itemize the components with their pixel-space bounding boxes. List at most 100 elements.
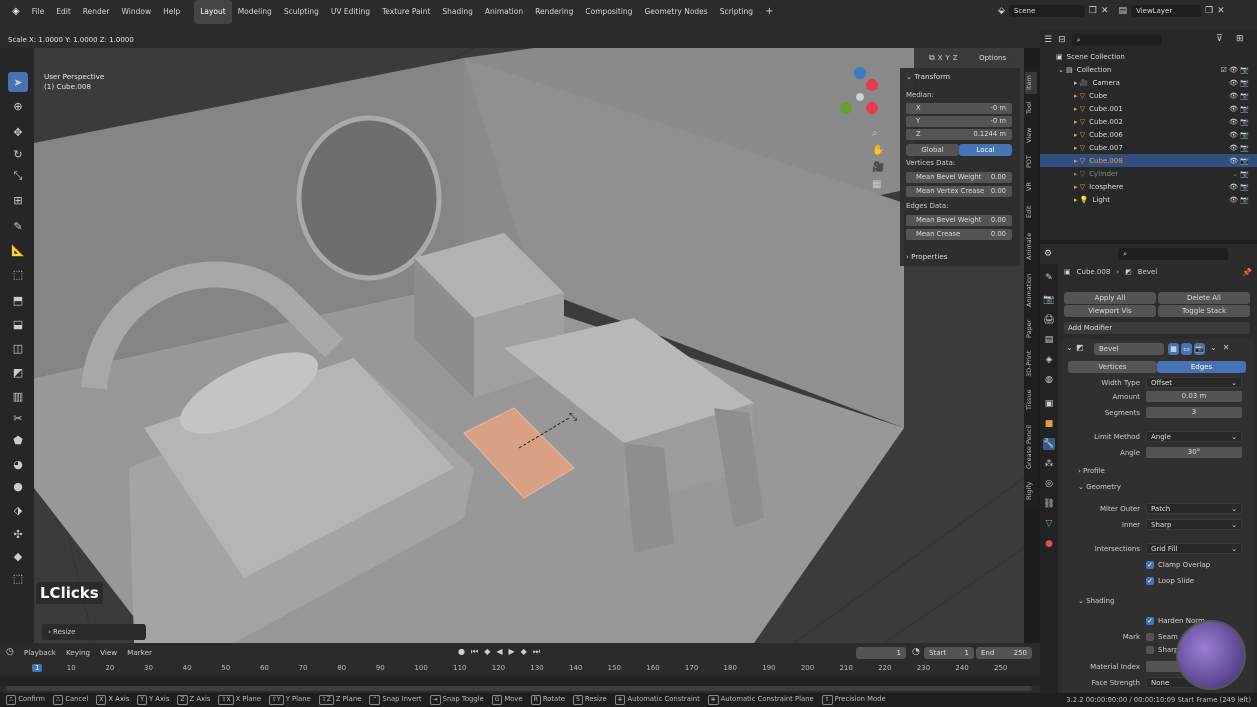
remove-layer-icon[interactable]: ✕ bbox=[1217, 6, 1225, 16]
outliner-item-cylinder[interactable]: ▸ ▽ Cylinder ⌄ 📷 bbox=[1040, 167, 1257, 180]
properties-panel-header[interactable]: › Properties bbox=[906, 252, 948, 261]
timeline-scrollbar[interactable] bbox=[6, 686, 1032, 691]
preview-range-icon[interactable]: ◔ bbox=[912, 647, 920, 657]
light-visibility-icons[interactable]: 👁 📷 bbox=[1229, 196, 1249, 204]
tab-shading[interactable]: Shading bbox=[436, 0, 478, 24]
zoom-icon[interactable]: ⌕ bbox=[872, 128, 884, 139]
sharp-checkbox[interactable] bbox=[1146, 646, 1154, 654]
tab-animation[interactable]: Animation bbox=[479, 0, 529, 24]
cube007-visibility-icons[interactable]: 👁 📷 bbox=[1229, 144, 1249, 152]
delete-all-button[interactable]: Delete All bbox=[1158, 292, 1250, 304]
rip-icon[interactable]: ⬚ bbox=[8, 568, 28, 588]
transform-icon[interactable]: ⊞ bbox=[8, 190, 28, 210]
select-box-icon[interactable]: ➤ bbox=[8, 72, 28, 92]
next-key-icon[interactable]: ◆ bbox=[521, 647, 527, 657]
jump-end-icon[interactable]: ⏭ bbox=[533, 647, 540, 657]
tab-animate[interactable]: Animate bbox=[1025, 228, 1037, 264]
frame-ruler[interactable]: 1 10 20 30 40 50 60 70 80 90 100 110 120 130 140 150 160… bbox=[0, 662, 1040, 676]
ortho-grid-icon[interactable]: ▦ bbox=[872, 179, 884, 190]
angle-field[interactable]: 30° bbox=[1146, 447, 1242, 458]
particles-tab-icon[interactable]: ⁂ bbox=[1043, 458, 1055, 470]
local-toggle[interactable]: Local bbox=[959, 144, 1012, 156]
edges-mode-button[interactable]: Edges bbox=[1157, 361, 1246, 373]
modifier-dropdown-icon[interactable]: ⌄ bbox=[1210, 343, 1217, 355]
record-icon[interactable]: ● bbox=[458, 647, 465, 657]
mean-vertex-crease-field[interactable]: Mean Vertex Crease 0.00 bbox=[906, 186, 1012, 197]
editor-type-icon[interactable]: ☰ bbox=[1044, 35, 1052, 45]
clamp-overlap-checkbox[interactable]: ✓ bbox=[1146, 561, 1154, 569]
poly-build-icon[interactable]: ⬟ bbox=[8, 430, 28, 450]
scene-tab-icon[interactable]: ◈ bbox=[1043, 354, 1055, 366]
toggle-stack-button[interactable]: Toggle Stack bbox=[1158, 305, 1250, 317]
timeline-editor-icon[interactable]: ◷ bbox=[6, 647, 14, 657]
collection-row[interactable]: ⌄ ▤ Collection ☑ 👁 📷 bbox=[1040, 63, 1257, 76]
marker-menu[interactable]: Marker bbox=[127, 648, 152, 657]
tab-edit[interactable]: Edit bbox=[1025, 202, 1037, 222]
annotate-icon[interactable]: ✎ bbox=[8, 216, 28, 236]
camera-visibility-icons[interactable]: 👁 📷 bbox=[1229, 79, 1249, 87]
viewport-vis-button[interactable]: Viewport Vis bbox=[1064, 305, 1156, 317]
tab-geometry-nodes[interactable]: Geometry Nodes bbox=[638, 0, 713, 24]
mean-crease-field[interactable]: Mean Crease 0.00 bbox=[906, 229, 1012, 240]
edit-mode-toggle-icon[interactable]: ▦ bbox=[1168, 343, 1179, 355]
timeline-tracks[interactable] bbox=[0, 676, 1040, 686]
y-axis-toggle[interactable]: Y bbox=[946, 54, 950, 62]
width-type-select[interactable]: Offset ⌄ bbox=[1146, 377, 1242, 388]
outliner-item-cube[interactable]: ▸ ▽ Cube 👁 📷 bbox=[1040, 89, 1257, 102]
menu-help[interactable]: Help bbox=[157, 0, 186, 24]
modifier-name-field[interactable]: Bevel bbox=[1094, 343, 1164, 355]
play-reverse-icon[interactable]: ◀ bbox=[496, 647, 502, 657]
jump-start-icon[interactable]: ⏮ bbox=[471, 647, 478, 657]
start-frame-field[interactable]: Start 1 bbox=[924, 647, 974, 659]
rotate-icon[interactable]: ↻ bbox=[8, 144, 28, 164]
add-modifier-button[interactable]: Add Modifier bbox=[1064, 322, 1250, 334]
outliner-item-cube-007[interactable]: ▸ ▽ Cube.007 👁 📷 bbox=[1040, 141, 1257, 154]
pan-hand-icon[interactable]: ✋ bbox=[872, 145, 884, 156]
physics-tab-icon[interactable]: ◎ bbox=[1043, 478, 1055, 490]
render-toggle-icon[interactable]: 📷 bbox=[1194, 343, 1205, 355]
tab-3d-print[interactable]: 3D-Print bbox=[1025, 346, 1037, 382]
play-icon[interactable]: ▶ bbox=[509, 647, 515, 657]
z-axis-toggle[interactable]: Z bbox=[953, 54, 958, 62]
edge-slide-icon[interactable]: ⬗ bbox=[8, 500, 28, 520]
transform-panel-header[interactable]: ⌄ Transform bbox=[906, 72, 950, 81]
inset-icon[interactable]: ◫ bbox=[8, 338, 28, 358]
knife-icon[interactable]: ✂ bbox=[8, 408, 28, 428]
end-frame-field[interactable]: End 250 bbox=[976, 647, 1032, 659]
tab-tool[interactable]: Tool bbox=[1025, 98, 1037, 118]
cube-visibility-icons[interactable]: 👁 📷 bbox=[1229, 92, 1249, 100]
segments-field[interactable]: 3 bbox=[1146, 407, 1242, 418]
cursor-icon[interactable]: ⊕ bbox=[8, 96, 28, 116]
tab-scripting[interactable]: Scripting bbox=[714, 0, 759, 24]
tab-rigify[interactable]: Rigify bbox=[1025, 478, 1037, 504]
3d-viewport[interactable]: ⤡ User Perspective (1) Cube.008 ⌕ ✋ 🎥 ▦ … bbox=[34, 48, 1024, 643]
view-layer-field[interactable]: ViewLayer bbox=[1131, 5, 1202, 17]
cube001-visibility-icons[interactable]: 👁 📷 bbox=[1229, 105, 1249, 113]
tab-grease-pencil[interactable]: Grease Pencil bbox=[1025, 420, 1037, 474]
outliner-item-icosphere[interactable]: ▸ ▽ Icosphere 👁 📷 bbox=[1040, 180, 1257, 193]
cube006-visibility-icons[interactable]: 👁 📷 bbox=[1229, 131, 1249, 139]
tab-animation[interactable]: Animation bbox=[1025, 268, 1037, 312]
camera-view-icon[interactable]: 🎥 bbox=[872, 162, 884, 173]
collapse-icon[interactable]: ⌄ bbox=[1066, 343, 1073, 352]
tab-sculpting[interactable]: Sculpting bbox=[278, 0, 325, 24]
remove-modifier-icon[interactable]: ✕ bbox=[1223, 343, 1230, 355]
move-icon[interactable]: ✥ bbox=[8, 122, 28, 142]
view-layer-icon[interactable]: ▤ bbox=[1119, 6, 1128, 16]
edge-bevel-weight-field[interactable]: Mean Bevel Weight 0.00 bbox=[906, 215, 1012, 226]
cylinder-visibility-icons[interactable]: ⌄ 📷 bbox=[1232, 170, 1249, 178]
extrude-region-icon[interactable]: ⬓ bbox=[8, 314, 28, 334]
render-tab-icon[interactable]: 📷 bbox=[1043, 294, 1055, 306]
mean-bevel-weight-field[interactable]: Mean Bevel Weight 0.00 bbox=[906, 172, 1012, 183]
mirror-icon[interactable]: ⧉ bbox=[929, 53, 935, 63]
miter-outer-select[interactable]: Patch ⌄ bbox=[1146, 503, 1242, 514]
seam-checkbox[interactable] bbox=[1146, 633, 1154, 641]
bevel-icon[interactable]: ◩ bbox=[8, 362, 28, 382]
copy-layer-icon[interactable]: ❐ bbox=[1205, 6, 1213, 16]
icosphere-visibility-icons[interactable]: 👁 📷 bbox=[1229, 183, 1249, 191]
outliner-item-light[interactable]: ▸ 💡 Light 👁 📷 bbox=[1040, 193, 1257, 206]
menu-render[interactable]: Render bbox=[77, 0, 116, 24]
profile-subpanel[interactable]: › Profile bbox=[1078, 467, 1105, 475]
display-mode-icon[interactable]: ⊟ bbox=[1058, 35, 1066, 45]
median-y-field[interactable]: Y -0 m bbox=[906, 116, 1012, 127]
